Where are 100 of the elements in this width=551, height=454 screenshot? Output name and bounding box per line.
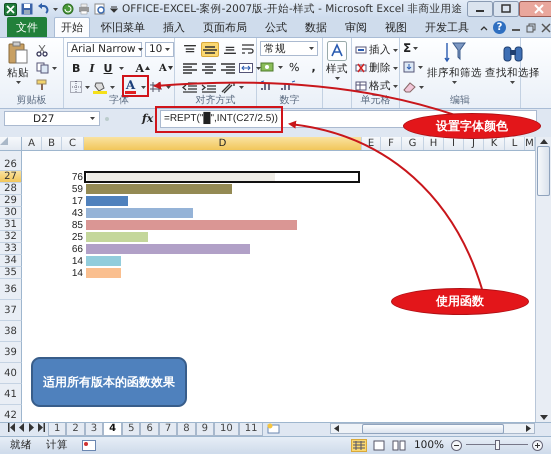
caret-icon[interactable] xyxy=(119,66,124,70)
sheet-tab[interactable]: 3 xyxy=(84,423,104,436)
caret-icon[interactable] xyxy=(309,47,314,50)
row-header[interactable]: 38 xyxy=(0,321,22,342)
sheet-tab[interactable]: 9 xyxy=(196,423,214,436)
sheet-tab[interactable]: 8 xyxy=(177,423,196,436)
shrink-font-button[interactable]: A xyxy=(157,62,175,74)
preview-icon[interactable] xyxy=(94,3,106,15)
cells-menu-button[interactable]: 删除 xyxy=(355,61,398,75)
column-header[interactable]: F xyxy=(381,137,402,150)
bold-button[interactable]: B xyxy=(70,62,82,74)
ribbon-tab[interactable]: 怀旧菜单 xyxy=(94,17,152,37)
row-header[interactable]: 29 xyxy=(0,195,22,207)
scroll-up-icon[interactable] xyxy=(540,139,548,144)
caret-icon[interactable] xyxy=(53,8,58,10)
view-button[interactable] xyxy=(390,438,407,452)
active-cell[interactable] xyxy=(84,171,360,183)
decrease-indent-icon[interactable] xyxy=(182,80,198,94)
horizontal-scrollbar[interactable] xyxy=(330,423,535,434)
refresh-icon[interactable] xyxy=(62,3,74,15)
formula-field[interactable]: =REPT("█",INT(C27/2.5)) xyxy=(161,113,281,124)
align-right-icon[interactable] xyxy=(220,62,236,74)
vertical-align-button[interactable] xyxy=(201,42,219,56)
caret-icon[interactable] xyxy=(52,66,57,70)
italic-button[interactable]: I xyxy=(87,62,97,74)
sheet-tab[interactable]: 4 xyxy=(103,423,122,436)
ribbon-tab[interactable]: 数据 xyxy=(298,17,334,37)
view-button[interactable] xyxy=(350,438,367,452)
file-tab[interactable]: 文件 xyxy=(7,17,47,37)
maximize-button[interactable] xyxy=(492,1,519,17)
close-icon[interactable] xyxy=(541,22,551,32)
caret-icon[interactable] xyxy=(138,48,143,50)
fill-color-icon[interactable] xyxy=(93,80,107,94)
cut-icon[interactable] xyxy=(36,45,48,57)
row-header[interactable]: 30 xyxy=(0,207,22,219)
zoom-level[interactable]: 100% xyxy=(414,439,444,451)
ribbon-tab[interactable]: 开发工具 xyxy=(418,17,476,37)
caret-icon[interactable] xyxy=(166,86,171,88)
row-header[interactable]: 32 xyxy=(0,231,22,243)
orientation-icon[interactable] xyxy=(220,80,236,94)
record-macro-icon[interactable] xyxy=(82,440,96,450)
percent-button[interactable]: % xyxy=(287,60,302,74)
font-name-field[interactable]: Arial Narrow xyxy=(67,42,142,56)
font-color-button[interactable]: A xyxy=(123,80,138,94)
caret-icon[interactable] xyxy=(418,66,423,68)
caret-icon[interactable] xyxy=(510,81,515,84)
caret-icon[interactable] xyxy=(141,86,146,88)
row-header[interactable]: 39 xyxy=(0,342,22,363)
row-header[interactable]: 26 xyxy=(0,159,22,171)
column-header[interactable]: A xyxy=(22,137,42,150)
sheet-tab[interactable]: 5 xyxy=(122,423,140,436)
caret-icon[interactable] xyxy=(90,117,95,120)
eraser-icon[interactable] xyxy=(403,82,416,92)
caret-icon[interactable] xyxy=(393,84,398,88)
customize-icon[interactable] xyxy=(110,5,118,13)
undo-icon[interactable] xyxy=(37,3,49,15)
row-header[interactable]: 35 xyxy=(0,267,22,279)
comma-button[interactable]: , xyxy=(309,60,318,74)
fill-icon[interactable] xyxy=(403,61,415,73)
sheet-tab[interactable]: 7 xyxy=(158,423,178,436)
ribbon-tab[interactable]: 页面布局 xyxy=(196,17,254,37)
caret-icon[interactable] xyxy=(413,46,418,50)
row-header[interactable]: 37 xyxy=(0,300,22,321)
scroll-right-icon[interactable] xyxy=(526,425,531,432)
sheet-tab[interactable]: 2 xyxy=(66,423,85,436)
row-header[interactable]: 34 xyxy=(0,255,22,267)
row-header[interactable]: 41 xyxy=(0,384,22,405)
sheet-nav-icon[interactable] xyxy=(8,423,15,432)
view-button[interactable] xyxy=(370,438,387,452)
sheet-tab[interactable]: 6 xyxy=(140,423,159,436)
row-header[interactable]: 36 xyxy=(0,279,22,300)
caret-icon[interactable] xyxy=(85,86,90,88)
ribbon-tab[interactable]: 开始 xyxy=(54,17,90,37)
sheet-nav-icon[interactable] xyxy=(38,423,45,432)
styles-button[interactable]: 样式 xyxy=(326,41,348,96)
column-header[interactable]: D xyxy=(84,137,362,150)
minimize-button[interactable] xyxy=(466,1,493,17)
caret-icon[interactable] xyxy=(278,66,283,68)
row-header[interactable]: 27 xyxy=(0,171,22,183)
wrap-text-icon[interactable] xyxy=(241,43,255,55)
column-header[interactable]: B xyxy=(42,137,62,150)
sheet-tab[interactable]: 11 xyxy=(238,423,264,436)
scroll-left-icon[interactable] xyxy=(334,425,339,432)
grow-font-button[interactable]: A xyxy=(133,62,152,74)
border-icon[interactable] xyxy=(70,81,82,93)
restore-icon[interactable] xyxy=(526,22,536,32)
insert-function-button[interactable]: fx xyxy=(142,112,156,125)
zoom-slider-thumb[interactable] xyxy=(495,440,500,450)
cells-menu-button[interactable]: 格式 xyxy=(355,79,398,93)
caret-icon[interactable] xyxy=(110,86,115,88)
caret-icon[interactable] xyxy=(256,66,261,70)
insert-sheet-icon[interactable] xyxy=(266,423,280,434)
close-button[interactable] xyxy=(518,1,551,17)
row-header[interactable]: 42 xyxy=(0,405,22,422)
row-header[interactable]: 28 xyxy=(0,183,22,195)
name-box[interactable]: D27 xyxy=(4,111,100,126)
scroll-thumb[interactable] xyxy=(537,146,550,196)
caret-icon[interactable] xyxy=(393,66,398,70)
zoom-out-icon[interactable] xyxy=(451,440,462,450)
format-painter-icon[interactable] xyxy=(36,79,48,91)
